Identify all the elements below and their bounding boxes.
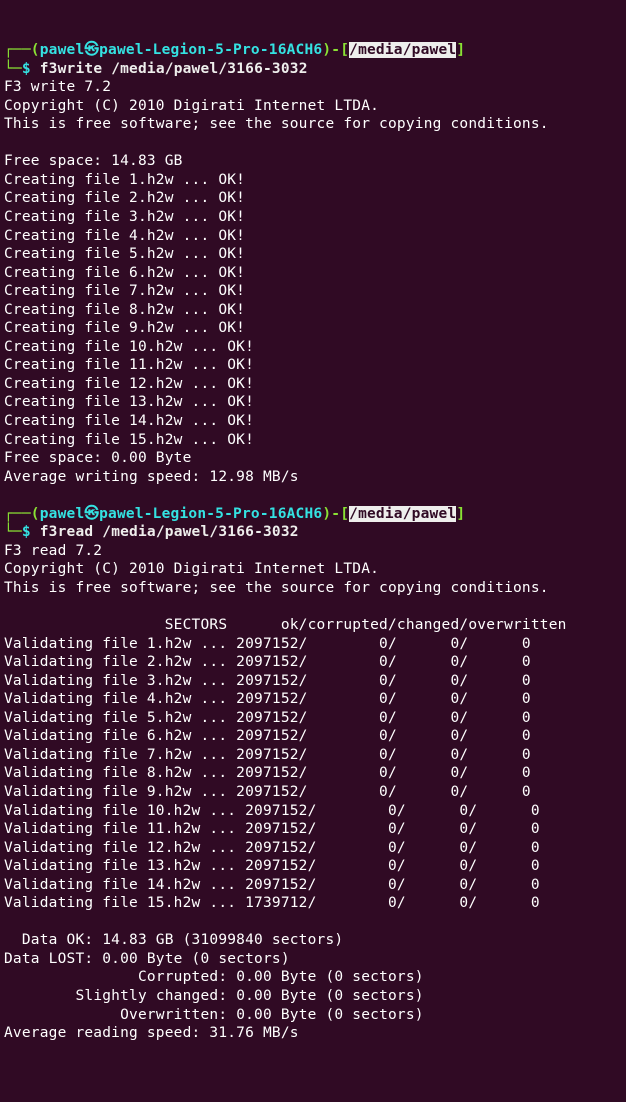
create-file-line: Creating file 12.h2w ... OK! (4, 376, 254, 392)
prompt-mid: )-[ (322, 506, 349, 522)
create-file-line: Creating file 14.h2w ... OK! (4, 413, 254, 429)
create-file-line: Creating file 13.h2w ... OK! (4, 394, 254, 410)
avg-read-speed: Average reading speed: 31.76 MB/s (4, 1025, 299, 1041)
create-file-line: Creating file 3.h2w ... OK! (4, 209, 245, 225)
prompt-cwd: /media/pawel (349, 42, 456, 58)
validate-file-line: Validating file 8.h2w ... 2097152/ 0/ 0/… (4, 765, 531, 781)
validate-file-line: Validating file 4.h2w ... 2097152/ 0/ 0/… (4, 691, 531, 707)
create-file-line: Creating file 15.h2w ... OK! (4, 432, 254, 448)
validate-file-line: Validating file 2.h2w ... 2097152/ 0/ 0/… (4, 654, 531, 670)
prompt-corner2: └─ (4, 61, 22, 77)
summary-data-ok: Data OK: 14.83 GB (31099840 sectors) (4, 932, 343, 948)
prompt-end: ] (456, 42, 465, 58)
f3write-header-2: Copyright (C) 2010 Digirati Internet LTD… (4, 98, 379, 114)
create-file-line: Creating file 4.h2w ... OK! (4, 228, 245, 244)
validate-file-line: Validating file 15.h2w ... 1739712/ 0/ 0… (4, 895, 540, 911)
create-file-line: Creating file 9.h2w ... OK! (4, 320, 245, 336)
prompt-host: pawel-Legion-5-Pro-16ACH6 (99, 506, 322, 522)
prompt-end: ] (456, 506, 465, 522)
prompt-line-2[interactable]: └─$ f3write /media/pawel/3166-3032 (4, 61, 308, 77)
terminal-output: ┌──(pawel㉿pawel-Legion-5-Pro-16ACH6)-[/m… (4, 41, 622, 1043)
skull-icon: ㉿ (84, 506, 99, 522)
validate-file-line: Validating file 6.h2w ... 2097152/ 0/ 0/… (4, 728, 531, 744)
command-f3read: f3read /media/pawel/3166-3032 (40, 524, 299, 540)
create-file-line: Creating file 5.h2w ... OK! (4, 246, 245, 262)
summary-corrupted: Corrupted: 0.00 Byte (0 sectors) (4, 969, 424, 985)
free-space-before: Free space: 14.83 GB (4, 153, 183, 169)
f3read-header-3: This is free software; see the source fo… (4, 580, 549, 596)
create-file-line: Creating file 6.h2w ... OK! (4, 265, 245, 281)
command-f3write: f3write /media/pawel/3166-3032 (40, 61, 308, 77)
sectors-header: SECTORS ok/corrupted/changed/overwritten (4, 617, 567, 633)
create-file-line: Creating file 8.h2w ... OK! (4, 302, 245, 318)
prompt-corner: ┌──( (4, 41, 40, 60)
prompt-line-2[interactable]: └─$ f3read /media/pawel/3166-3032 (4, 524, 299, 540)
prompt-user: pawel (40, 42, 85, 58)
prompt-dollar: $ (22, 61, 40, 77)
create-file-line: Creating file 1.h2w ... OK! (4, 172, 245, 188)
create-file-line: Creating file 10.h2w ... OK! (4, 339, 254, 355)
skull-icon: ㉿ (84, 42, 99, 58)
f3read-header-2: Copyright (C) 2010 Digirati Internet LTD… (4, 561, 379, 577)
prompt-dollar: $ (22, 524, 40, 540)
validate-file-line: Validating file 3.h2w ... 2097152/ 0/ 0/… (4, 673, 531, 689)
validate-file-line: Validating file 13.h2w ... 2097152/ 0/ 0… (4, 858, 540, 874)
prompt-corner2: └─ (4, 524, 22, 540)
prompt-cwd: /media/pawel (349, 506, 456, 522)
prompt-line-1: ┌──(pawel㉿pawel-Legion-5-Pro-16ACH6)-[/m… (4, 506, 465, 522)
f3write-header-3: This is free software; see the source fo… (4, 116, 549, 132)
avg-write-speed: Average writing speed: 12.98 MB/s (4, 469, 299, 485)
validate-file-line: Validating file 14.h2w ... 2097152/ 0/ 0… (4, 877, 540, 893)
prompt-line-1: ┌──(pawel㉿pawel-Legion-5-Pro-16ACH6)-[/m… (4, 42, 465, 58)
summary-overwritten: Overwritten: 0.00 Byte (0 sectors) (4, 1007, 424, 1023)
validate-file-line: Validating file 5.h2w ... 2097152/ 0/ 0/… (4, 710, 531, 726)
create-file-line: Creating file 11.h2w ... OK! (4, 357, 254, 373)
validate-file-line: Validating file 1.h2w ... 2097152/ 0/ 0/… (4, 636, 531, 652)
summary-data-lost: Data LOST: 0.00 Byte (0 sectors) (4, 951, 290, 967)
validate-file-line: Validating file 9.h2w ... 2097152/ 0/ 0/… (4, 784, 531, 800)
f3write-header-1: F3 write 7.2 (4, 79, 111, 95)
free-space-after: Free space: 0.00 Byte (4, 450, 192, 466)
prompt-corner: ┌──( (4, 505, 40, 524)
create-file-line: Creating file 2.h2w ... OK! (4, 190, 245, 206)
validate-file-line: Validating file 10.h2w ... 2097152/ 0/ 0… (4, 803, 540, 819)
validate-file-line: Validating file 7.h2w ... 2097152/ 0/ 0/… (4, 747, 531, 763)
summary-slightly-changed: Slightly changed: 0.00 Byte (0 sectors) (4, 988, 424, 1004)
prompt-mid: )-[ (322, 42, 349, 58)
validate-file-line: Validating file 12.h2w ... 2097152/ 0/ 0… (4, 840, 540, 856)
prompt-user: pawel (40, 506, 85, 522)
f3read-header-1: F3 read 7.2 (4, 543, 102, 559)
prompt-host: pawel-Legion-5-Pro-16ACH6 (99, 42, 322, 58)
create-file-line: Creating file 7.h2w ... OK! (4, 283, 245, 299)
validate-file-line: Validating file 11.h2w ... 2097152/ 0/ 0… (4, 821, 540, 837)
